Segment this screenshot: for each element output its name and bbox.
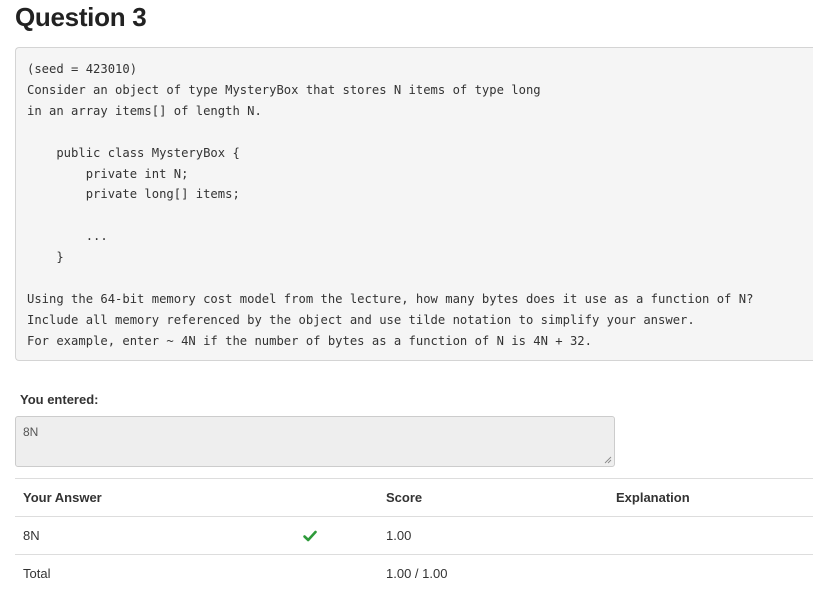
problem-line: private int N; <box>27 166 189 181</box>
problem-line: private long[] items; <box>27 187 240 202</box>
header-your-answer: Your Answer <box>23 490 102 505</box>
header-score: Score <box>386 490 423 505</box>
problem-line: public class MysteryBox { <box>27 145 240 160</box>
table-header-rule <box>15 516 813 517</box>
row-answer: 8N <box>23 528 40 543</box>
problem-line: in an array items[] of length N. <box>27 103 262 118</box>
problem-line: (seed = 423010) <box>27 62 138 76</box>
you-entered-label: You entered: <box>20 392 99 407</box>
checkmark-icon <box>303 530 317 542</box>
problem-statement-box: (seed = 423010) Consider an object of ty… <box>15 47 813 361</box>
problem-line: ... <box>27 229 108 244</box>
problem-line: Include all memory referenced by the obj… <box>27 312 695 327</box>
header-explanation: Explanation <box>616 490 690 505</box>
total-label: Total <box>23 566 51 581</box>
table-total-rule <box>15 554 813 555</box>
question-title: Question 3 <box>15 2 147 32</box>
problem-line: } <box>27 250 64 265</box>
row-score: 1.00 <box>386 528 412 543</box>
problem-line: Consider an object of type MysteryBox th… <box>27 82 541 97</box>
answer-value: 8N <box>23 425 39 439</box>
resize-grip-icon[interactable] <box>604 456 612 464</box>
answer-textarea[interactable]: 8N <box>15 416 615 467</box>
problem-line: For example, enter ~ 4N if the number of… <box>27 333 592 348</box>
table-top-rule <box>15 478 813 479</box>
problem-statement-text: (seed = 423010) Consider an object of ty… <box>27 59 753 352</box>
problem-line: Using the 64-bit memory cost model from … <box>27 291 754 306</box>
total-score: 1.00 / 1.00 <box>386 566 448 581</box>
